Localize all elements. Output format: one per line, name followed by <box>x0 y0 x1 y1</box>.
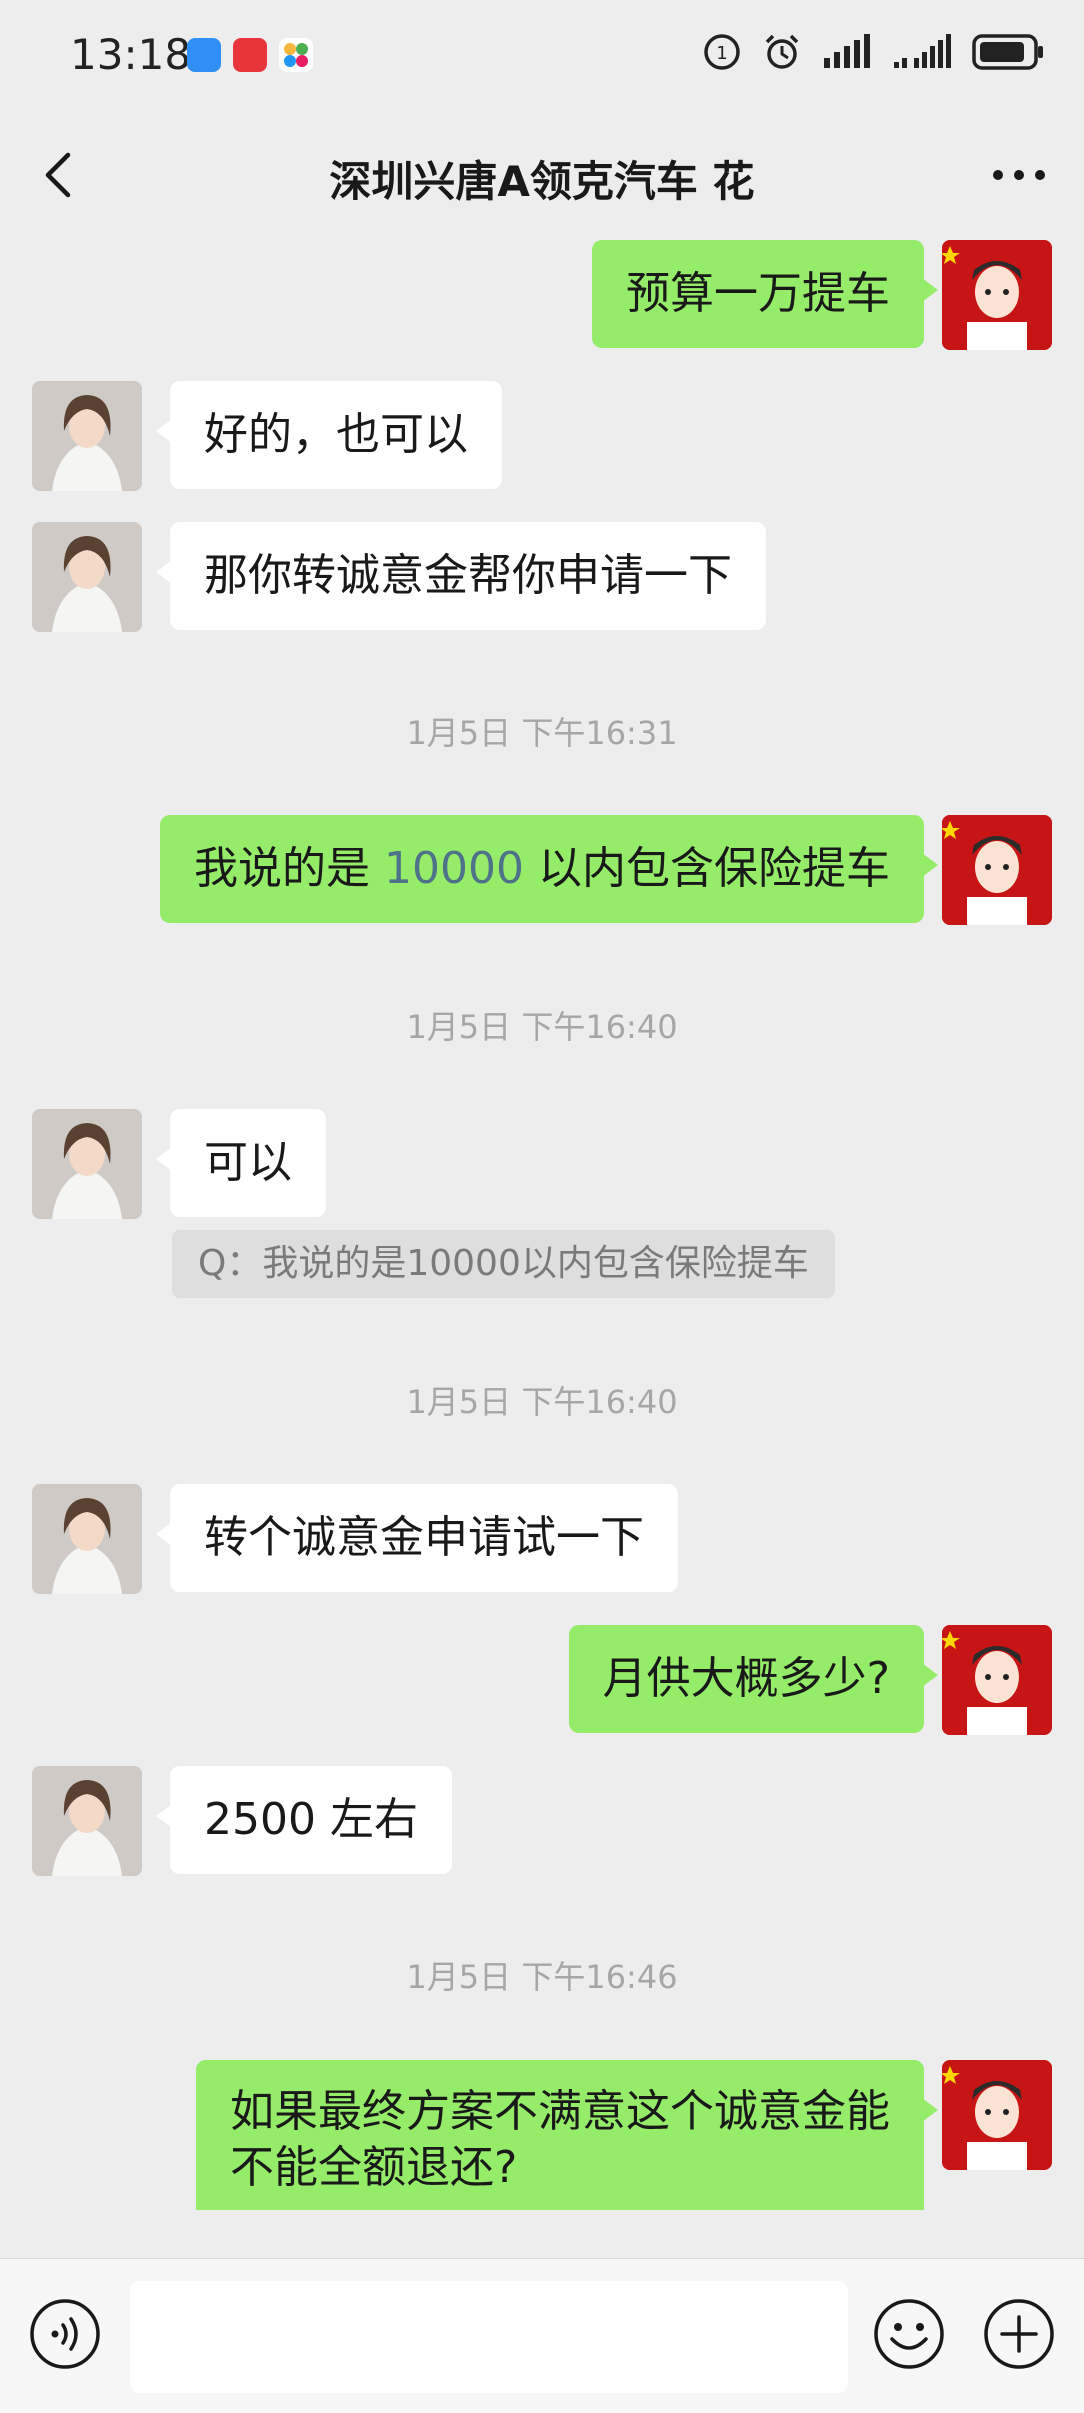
timestamp: 1月5日 下午16:46 <box>406 1958 678 1996</box>
svg-text:1: 1 <box>716 43 727 64</box>
contact-avatar[interactable] <box>32 1484 142 1594</box>
signal-icon <box>824 34 870 68</box>
alarm-icon <box>765 34 799 69</box>
more-functions-button[interactable] <box>982 2297 1056 2371</box>
message-text-suffix: 以内包含保险提车 <box>524 843 890 894</box>
message-text-prefix: 我说的是 <box>194 843 385 894</box>
photos-app-icon <box>279 38 313 72</box>
input-bar <box>0 2258 1084 2413</box>
chat-area[interactable]: 预算一万提车 好的，也可以 那你转诚意金帮你申请一下 1月5日 下午16:31 … <box>0 240 1084 2210</box>
message-text: 可以 <box>204 1137 292 1188</box>
my-avatar[interactable] <box>942 240 1052 350</box>
status-bar: 13:18 1 <box>0 0 1084 110</box>
timestamp: 1月5日 下午16:31 <box>406 714 678 752</box>
contact-avatar[interactable] <box>32 1109 142 1219</box>
message-bubble-received[interactable]: 好的，也可以 <box>156 381 502 489</box>
number-link[interactable]: 10000 <box>384 843 524 894</box>
chat-header: 深圳兴唐A领克汽车 花 <box>0 110 1084 240</box>
message-text: 月供大概多少? <box>602 1653 890 1704</box>
more-icon <box>993 170 1045 180</box>
message-app-icon <box>187 38 221 72</box>
message-bubble-received[interactable]: 转个诚意金申请试一下 <box>156 1484 678 1592</box>
message-bubble-sent[interactable]: 我说的是 10000 以内包含保险提车 <box>160 815 938 923</box>
message-text-line: 如果最终方案不满意这个诚意金能 <box>230 2086 890 2137</box>
plus-icon <box>984 2299 1054 2369</box>
voice-icon <box>30 2299 100 2369</box>
message-bubble-received[interactable]: 2500 左右 <box>156 1766 452 1874</box>
emoji-icon <box>874 2299 944 2369</box>
message-bubble-sent[interactable]: 月供大概多少? <box>568 1625 939 1733</box>
my-avatar[interactable] <box>942 1625 1052 1735</box>
contact-avatar[interactable] <box>32 1766 142 1876</box>
message-text: 那你转诚意金帮你申请一下 <box>204 550 732 601</box>
my-avatar[interactable] <box>942 815 1052 925</box>
data-saver-icon: 1 <box>704 34 740 70</box>
status-time: 13:18 <box>70 30 192 79</box>
message-text-line: 不能全额退还? <box>230 2142 518 2193</box>
contact-avatar[interactable] <box>32 381 142 491</box>
timestamp: 1月5日 下午16:40 <box>406 1008 678 1046</box>
my-avatar[interactable] <box>942 2060 1052 2170</box>
message-bubble-sent[interactable]: 预算一万提车 <box>592 240 938 348</box>
voice-button[interactable] <box>28 2297 102 2371</box>
chat-title: 深圳兴唐A领克汽车 花 <box>329 157 755 206</box>
timestamp: 1月5日 下午16:40 <box>406 1383 678 1421</box>
message-input[interactable] <box>130 2281 848 2393</box>
signal-2-icon <box>894 34 951 68</box>
emoji-button[interactable] <box>872 2297 946 2371</box>
contact-avatar[interactable] <box>32 522 142 632</box>
quoted-message[interactable]: Q：我说的是10000以内包含保险提车 <box>172 1230 835 1298</box>
message-bubble-sent[interactable]: 如果最终方案不满意这个诚意金能 不能全额退还? <box>196 2060 938 2210</box>
message-text: 预算一万提车 <box>626 268 890 319</box>
message-bubble-received[interactable]: 可以 <box>156 1109 326 1217</box>
more-button[interactable] <box>984 145 1054 205</box>
message-text: 好的，也可以 <box>204 409 468 460</box>
message-text: 2500 左右 <box>204 1794 418 1845</box>
message-text: 转个诚意金申请试一下 <box>204 1512 644 1563</box>
battery-icon <box>972 34 1043 70</box>
system-icons: 1 <box>702 32 1044 72</box>
shopping-app-icon <box>233 38 267 72</box>
notification-icons <box>187 38 313 72</box>
message-bubble-received[interactable]: 那你转诚意金帮你申请一下 <box>156 522 766 630</box>
